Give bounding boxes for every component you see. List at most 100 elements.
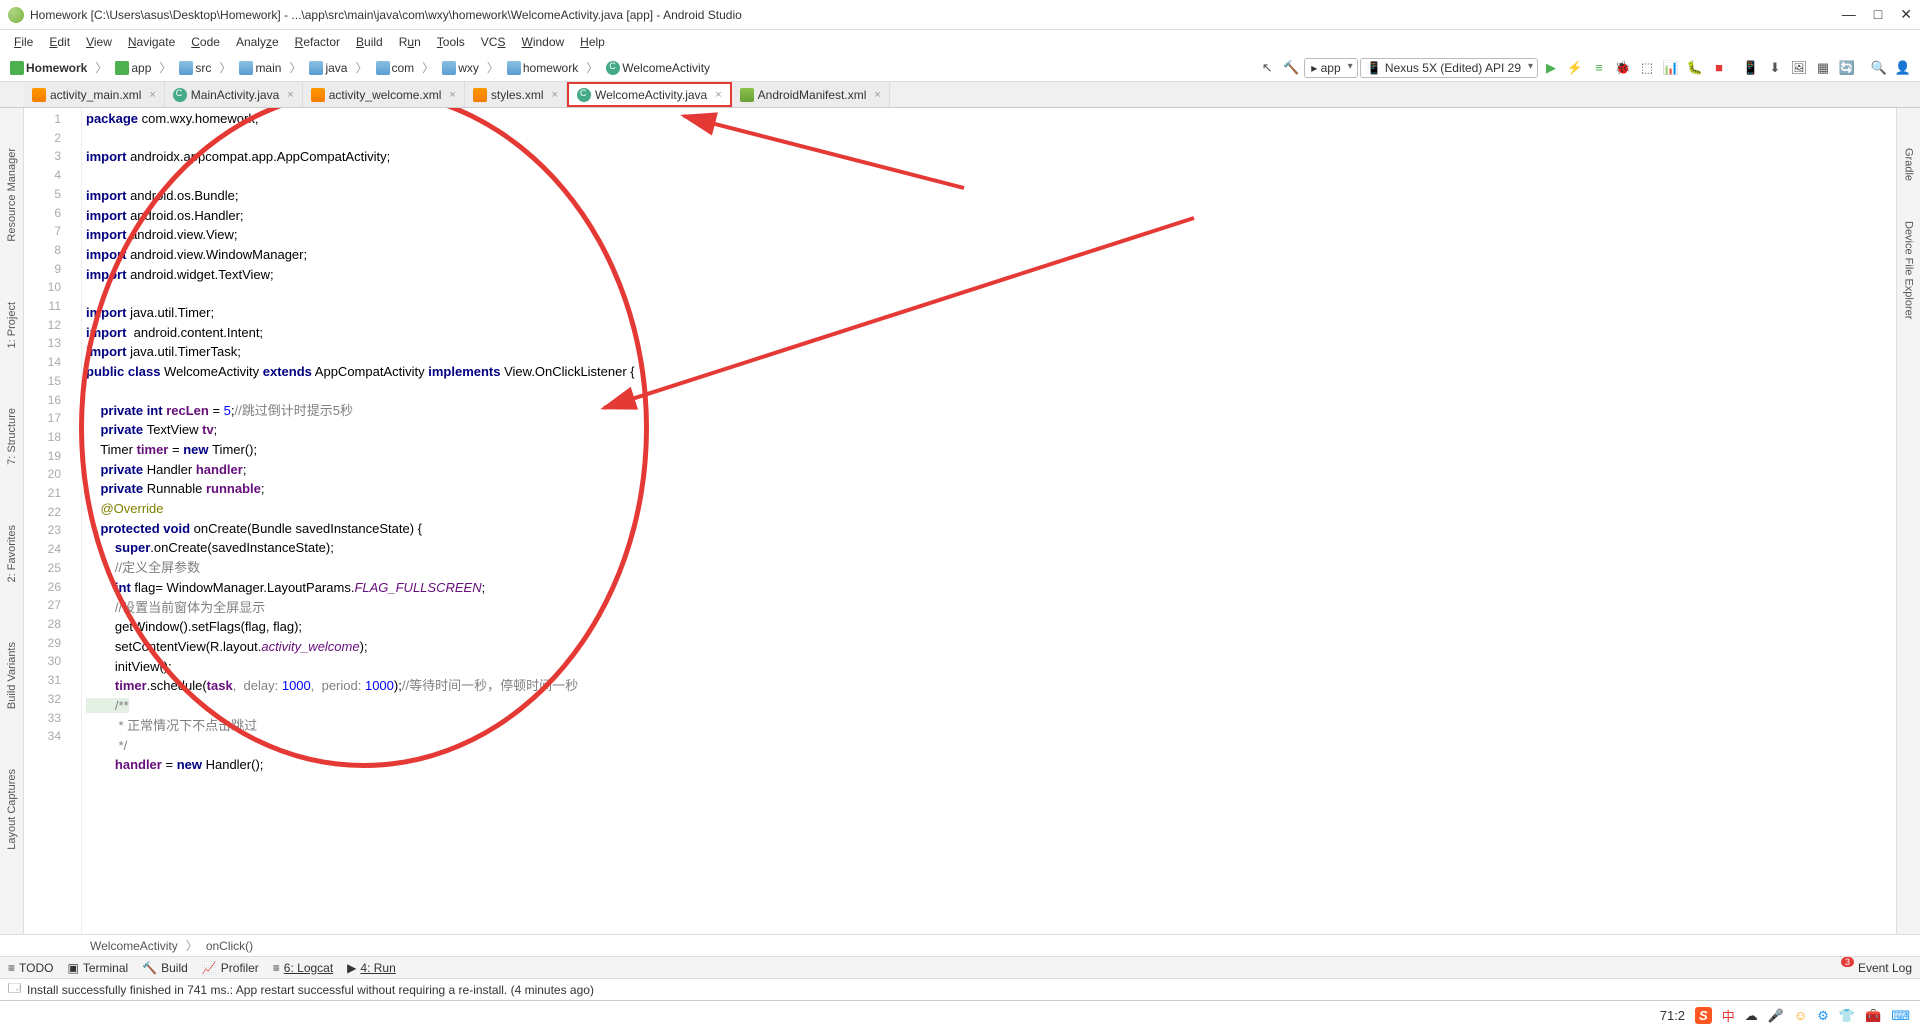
- menu-edit[interactable]: Edit: [43, 33, 76, 51]
- close-icon[interactable]: ×: [715, 89, 721, 101]
- menu-tools[interactable]: Tools: [431, 33, 471, 51]
- tray-mic-icon[interactable]: 🎤: [1768, 1008, 1784, 1024]
- crumb-com[interactable]: com: [372, 59, 419, 77]
- close-icon[interactable]: ×: [552, 89, 558, 101]
- tool-project[interactable]: 1: Project: [6, 302, 18, 348]
- run-config-combo[interactable]: ▸ app: [1304, 58, 1357, 78]
- crumb-wxy[interactable]: wxy: [438, 59, 483, 77]
- crumb-class-name[interactable]: WelcomeActivity: [90, 939, 178, 953]
- window-title: Homework [C:\Users\asus\Desktop\Homework…: [30, 8, 1842, 22]
- attach-icon[interactable]: 🐛: [1684, 57, 1706, 79]
- tool-gradle[interactable]: Gradle: [1903, 148, 1915, 181]
- tool-terminal[interactable]: ▣ Terminal: [67, 961, 128, 975]
- menu-navigate[interactable]: Navigate: [122, 33, 181, 51]
- menubar: File Edit View Navigate Code Analyze Ref…: [0, 30, 1920, 54]
- tab-styles[interactable]: styles.xml×: [465, 82, 567, 107]
- menu-vcs[interactable]: VCS: [475, 33, 512, 51]
- menu-analyze[interactable]: Analyze: [230, 33, 285, 51]
- avd-icon[interactable]: 📱: [1740, 57, 1762, 79]
- status-bar: 🗔 Install successfully finished in 741 m…: [0, 978, 1920, 1000]
- line-gutter: 1234567891011121314151617181920212223242…: [24, 108, 82, 934]
- crumb-homework[interactable]: homework: [503, 59, 582, 77]
- status-icon: 🗔: [8, 979, 21, 1000]
- tool-profiler[interactable]: 📈 Profiler: [202, 961, 259, 975]
- apply-code-icon[interactable]: ≡: [1588, 57, 1610, 79]
- minimize-button[interactable]: —: [1842, 6, 1856, 23]
- code-area[interactable]: package com.wxy.homework; import android…: [82, 108, 1896, 934]
- ime-icon[interactable]: S: [1695, 1007, 1712, 1024]
- crumb-src[interactable]: src: [175, 59, 215, 77]
- crumb-method[interactable]: onClick(): [206, 939, 253, 953]
- taskbar-time: 71:2: [1660, 1008, 1685, 1023]
- maximize-button[interactable]: □: [1874, 6, 1882, 23]
- left-tool-strip: Resource Manager 1: Project 7: Structure…: [0, 108, 24, 934]
- crumb-main[interactable]: main: [235, 59, 285, 77]
- resource-icon[interactable]: 🖼: [1788, 57, 1810, 79]
- run-icon[interactable]: ▶: [1540, 57, 1562, 79]
- apply-changes-icon[interactable]: ⚡: [1564, 57, 1586, 79]
- tray-toolbox-icon[interactable]: 🧰: [1865, 1008, 1881, 1024]
- editor-tabs: activity_main.xml× MainActivity.java× ac…: [0, 82, 1920, 108]
- tool-logcat[interactable]: ≡ 6: Logcat: [273, 961, 333, 975]
- tab-manifest[interactable]: AndroidManifest.xml×: [732, 82, 890, 107]
- crumb-class[interactable]: WelcomeActivity: [602, 59, 714, 77]
- tab-activity-welcome[interactable]: activity_welcome.xml×: [303, 82, 465, 107]
- tool-build[interactable]: 🔨 Build: [142, 961, 188, 975]
- tool-structure[interactable]: 7: Structure: [6, 408, 18, 465]
- main-area: Resource Manager 1: Project 7: Structure…: [0, 108, 1920, 934]
- menu-window[interactable]: Window: [515, 33, 570, 51]
- user-icon[interactable]: 👤: [1892, 57, 1914, 79]
- close-icon[interactable]: ×: [287, 89, 293, 101]
- close-icon[interactable]: ×: [149, 89, 155, 101]
- build-icon[interactable]: 🔨: [1280, 57, 1302, 79]
- search-icon[interactable]: 🔍: [1868, 57, 1890, 79]
- tab-activity-main[interactable]: activity_main.xml×: [24, 82, 165, 107]
- sync-icon[interactable]: ↖: [1256, 57, 1278, 79]
- status-message: Install successfully finished in 741 ms.…: [27, 983, 1912, 997]
- coverage-icon[interactable]: ⬚: [1636, 57, 1658, 79]
- os-taskbar: 71:2 S 中 ☁ 🎤 ☺ ⚙ 👕 🧰 ⌨: [0, 1000, 1920, 1030]
- tool-device-explorer[interactable]: Device File Explorer: [1903, 221, 1915, 319]
- tray-skin-icon[interactable]: 👕: [1839, 1008, 1855, 1024]
- profile-icon[interactable]: 📊: [1660, 57, 1682, 79]
- sync-gradle-icon[interactable]: 🔄: [1836, 57, 1858, 79]
- tool-favorites[interactable]: 2: Favorites: [6, 525, 18, 582]
- tray-gear-icon[interactable]: ⚙: [1817, 1008, 1829, 1024]
- stop-icon[interactable]: ■: [1708, 57, 1730, 79]
- ime-lang[interactable]: 中: [1722, 1006, 1735, 1025]
- titlebar: Homework [C:\Users\asus\Desktop\Homework…: [0, 0, 1920, 30]
- tool-todo[interactable]: ≡ TODO: [8, 961, 53, 975]
- tab-welcome-activity[interactable]: WelcomeActivity.java×: [567, 82, 732, 107]
- app-icon: [8, 7, 24, 23]
- toolbar: Homework〉 app〉 src〉 main〉 java〉 com〉 wxy…: [0, 54, 1920, 82]
- editor-crumb: WelcomeActivity 〉 onClick(): [0, 934, 1920, 956]
- editor[interactable]: 1234567891011121314151617181920212223242…: [24, 108, 1896, 934]
- menu-view[interactable]: View: [80, 33, 118, 51]
- menu-file[interactable]: File: [8, 33, 39, 51]
- close-icon[interactable]: ×: [449, 89, 455, 101]
- tool-build-variants[interactable]: Build Variants: [6, 642, 18, 709]
- right-tool-strip: Gradle Device File Explorer: [1896, 108, 1920, 934]
- menu-refactor[interactable]: Refactor: [289, 33, 346, 51]
- tray-face-icon[interactable]: ☺: [1794, 1008, 1807, 1023]
- tray-cloud-icon[interactable]: ☁: [1745, 1008, 1758, 1024]
- tab-main-activity[interactable]: MainActivity.java×: [165, 82, 303, 107]
- crumb-app[interactable]: app: [111, 59, 155, 77]
- close-button[interactable]: ✕: [1900, 6, 1912, 23]
- crumb-project[interactable]: Homework: [6, 59, 91, 77]
- close-icon[interactable]: ×: [874, 89, 880, 101]
- device-combo[interactable]: 📱 Nexus 5X (Edited) API 29: [1360, 58, 1538, 78]
- menu-help[interactable]: Help: [574, 33, 611, 51]
- menu-run[interactable]: Run: [393, 33, 427, 51]
- layout-icon[interactable]: ▦: [1812, 57, 1834, 79]
- menu-code[interactable]: Code: [185, 33, 226, 51]
- tool-run[interactable]: ▶ 4: Run: [347, 961, 396, 975]
- menu-build[interactable]: Build: [350, 33, 389, 51]
- debug-icon[interactable]: 🐞: [1612, 57, 1634, 79]
- tool-resource-manager[interactable]: Resource Manager: [6, 148, 18, 242]
- crumb-java[interactable]: java: [305, 59, 351, 77]
- sdk-icon[interactable]: ⬇: [1764, 57, 1786, 79]
- tool-layout-captures[interactable]: Layout Captures: [6, 769, 18, 850]
- tool-event-log[interactable]: 3 Event Log: [1841, 961, 1912, 975]
- tray-keyboard-icon[interactable]: ⌨: [1891, 1008, 1910, 1024]
